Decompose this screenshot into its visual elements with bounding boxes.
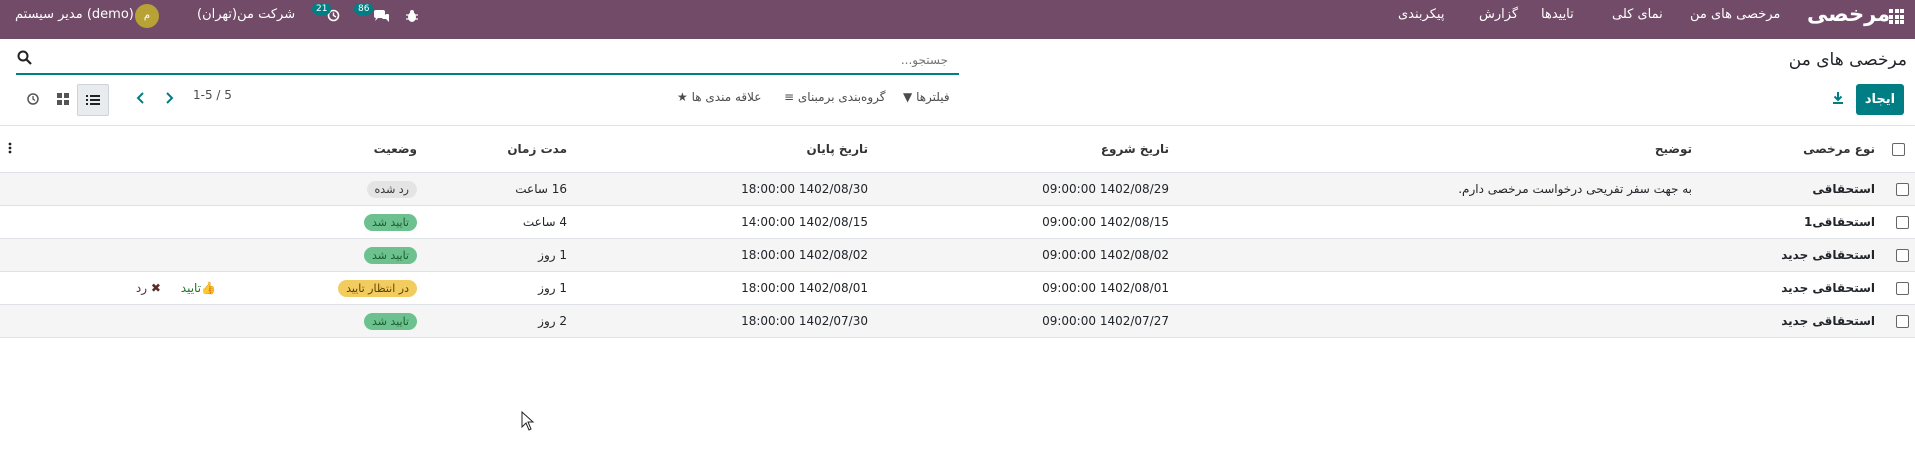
groupby-toggle[interactable]: ≡ گروه‌بندی برمبنای	[784, 90, 885, 104]
cell-start: 1402/08/15 09:00:00	[874, 205, 1175, 239]
menu-my-leaves[interactable]: مرخصی های من	[1690, 0, 1780, 30]
cell-start: 1402/08/29 09:00:00	[874, 172, 1175, 206]
menu-overview[interactable]: نمای کلی	[1612, 0, 1663, 30]
search-bar	[16, 46, 959, 75]
cell-description	[1175, 304, 1698, 338]
leaves-table: نوع مرخصی توضیح تاریخ شروع تاریخ پایان م…	[0, 125, 1915, 338]
kanban-view-button[interactable]	[48, 84, 78, 114]
apps-menu-icon[interactable]	[1889, 9, 1904, 24]
cell-type: استحقاقی جدید	[1698, 238, 1881, 272]
activity-clock-icon	[27, 93, 39, 105]
row-checkbox[interactable]	[1896, 282, 1909, 295]
cell-actions: 👍تایید ✖ رد	[0, 271, 276, 305]
cell-description	[1175, 271, 1698, 305]
cell-type: استحقاقی جدید	[1698, 304, 1881, 338]
cell-actions	[0, 304, 276, 338]
cell-duration: 1 روز	[423, 238, 573, 272]
cell-type: استحقاقی	[1698, 172, 1881, 206]
cell-description	[1175, 238, 1698, 272]
cell-end: 1402/08/30 18:00:00	[573, 172, 874, 206]
list-view-button[interactable]	[77, 84, 109, 116]
bug-icon[interactable]	[405, 9, 419, 23]
user-menu[interactable]: مدیر سیستم (demo)	[15, 0, 134, 30]
table-header-row: نوع مرخصی توضیح تاریخ شروع تاریخ پایان م…	[0, 125, 1915, 173]
activity-badge: 21	[312, 3, 332, 15]
row-checkbox[interactable]	[1896, 315, 1909, 328]
cell-duration: 1 روز	[423, 271, 573, 305]
search-input[interactable]	[46, 48, 950, 72]
star-icon: ★	[677, 90, 688, 104]
cell-actions	[0, 205, 276, 239]
activity-view-button[interactable]	[18, 84, 48, 114]
create-button[interactable]: ایجاد	[1856, 84, 1904, 115]
chevron-right-icon[interactable]	[162, 91, 176, 105]
page-title: مرخصی های من	[1788, 50, 1907, 70]
col-header-type[interactable]: نوع مرخصی	[1698, 125, 1881, 173]
cell-end: 1402/08/15 14:00:00	[573, 205, 874, 239]
table-row[interactable]: استحقاقی جدید 1402/07/27 09:00:00 1402/0…	[0, 304, 1915, 338]
cell-duration: 16 ساعت	[423, 172, 573, 206]
table-row[interactable]: استحقاقی جدید 1402/08/01 09:00:00 1402/0…	[0, 271, 1915, 305]
status-badge: در انتظار تایید	[338, 279, 417, 297]
status-badge: رد شده	[366, 180, 417, 198]
cell-duration: 4 ساعت	[423, 205, 573, 239]
column-options[interactable]	[0, 125, 276, 173]
mouse-cursor-icon	[521, 411, 535, 431]
chat-badge: 86	[354, 3, 374, 15]
table-row[interactable]: استحقاقی جدید 1402/08/02 09:00:00 1402/0…	[0, 238, 1915, 272]
chevron-left-icon[interactable]	[134, 91, 148, 105]
cell-actions	[0, 172, 276, 206]
filter-icon: ▼	[903, 90, 913, 104]
cell-description	[1175, 205, 1698, 239]
company-switcher[interactable]: شرکت من(تهران)	[197, 0, 295, 30]
menu-approvals[interactable]: تاییدها	[1541, 0, 1574, 30]
col-header-duration[interactable]: مدت زمان	[423, 125, 573, 173]
more-vertical-icon	[8, 142, 12, 153]
status-badge: تایید شد	[363, 312, 417, 330]
menu-reporting[interactable]: گزارش	[1479, 0, 1518, 30]
top-navbar: مرخصی مرخصی های من نمای کلی تاییدها گزار…	[0, 0, 1915, 39]
col-header-end[interactable]: تاریخ پایان	[573, 125, 874, 173]
cell-duration: 2 روز	[423, 304, 573, 338]
list-icon	[86, 95, 100, 105]
close-icon: ✖	[150, 281, 161, 295]
col-header-status[interactable]: وضعیت	[276, 125, 423, 173]
select-all-checkbox[interactable]	[1891, 143, 1905, 156]
cell-start: 1402/08/02 09:00:00	[874, 238, 1175, 272]
status-badge: تایید شد	[363, 246, 417, 264]
select-all-cell	[1881, 125, 1915, 173]
thumbs-up-icon: 👍	[201, 281, 216, 295]
cell-end: 1402/07/30 18:00:00	[573, 304, 874, 338]
menu-configuration[interactable]: پیکربندی	[1398, 0, 1444, 30]
approve-button[interactable]: 👍تایید	[181, 281, 216, 295]
col-header-description[interactable]: توضیح	[1175, 125, 1698, 173]
cell-type: استحقاقی1	[1698, 205, 1881, 239]
cell-type: استحقاقی جدید	[1698, 271, 1881, 305]
download-icon[interactable]	[1830, 90, 1846, 106]
row-checkbox[interactable]	[1896, 216, 1909, 229]
refuse-button[interactable]: ✖ رد	[136, 281, 161, 295]
app-brand[interactable]: مرخصی	[1807, 0, 1890, 29]
groupby-icon: ≡	[784, 90, 795, 104]
user-avatar[interactable]: م	[135, 4, 159, 28]
chat-icon[interactable]	[373, 9, 390, 23]
cell-actions	[0, 238, 276, 272]
favorites-toggle[interactable]: ★ علاقه مندی ها	[677, 90, 761, 104]
cell-description: به جهت سفر تفریحی درخواست مرخصی دارم.	[1175, 172, 1698, 206]
search-icon[interactable]	[16, 49, 34, 67]
cell-end: 1402/08/01 18:00:00	[573, 271, 874, 305]
cell-start: 1402/07/27 09:00:00	[874, 304, 1175, 338]
pager-value[interactable]: 1-5 / 5	[193, 88, 232, 102]
row-checkbox[interactable]	[1896, 249, 1909, 262]
cell-start: 1402/08/01 09:00:00	[874, 271, 1175, 305]
row-checkbox[interactable]	[1896, 183, 1909, 196]
filters-toggle[interactable]: ▼ فیلترها	[903, 90, 950, 104]
kanban-icon	[57, 93, 69, 105]
cell-end: 1402/08/02 18:00:00	[573, 238, 874, 272]
status-badge: تایید شد	[363, 213, 417, 231]
col-header-start[interactable]: تاریخ شروع	[874, 125, 1175, 173]
table-row[interactable]: استحقاقی به جهت سفر تفریحی درخواست مرخصی…	[0, 172, 1915, 206]
table-row[interactable]: استحقاقی1 1402/08/15 09:00:00 1402/08/15…	[0, 205, 1915, 239]
